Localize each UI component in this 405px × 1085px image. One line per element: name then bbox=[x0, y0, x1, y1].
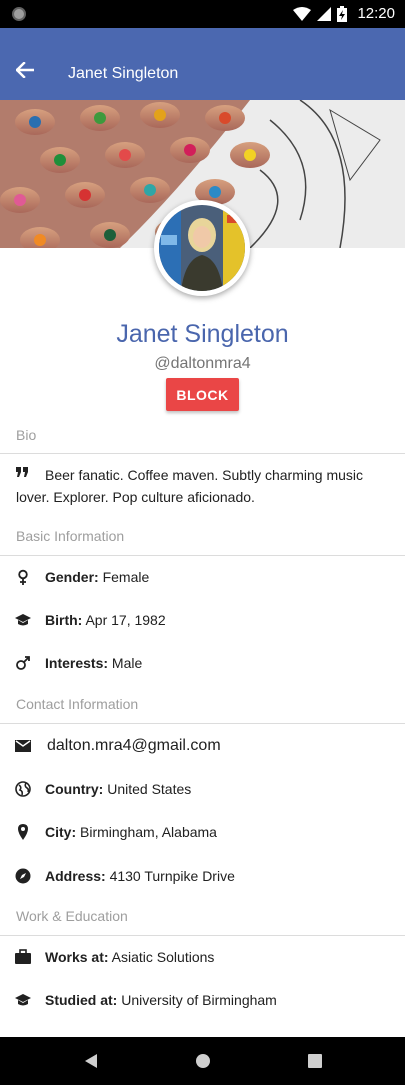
graduation-cap-icon bbox=[15, 994, 31, 1006]
gender-label: Gender: bbox=[45, 569, 99, 585]
compass-icon bbox=[15, 868, 31, 884]
profile-handle: @daltonmra4 bbox=[154, 355, 251, 372]
studied-at-value: University of Birmingham bbox=[121, 992, 277, 1008]
male-icon bbox=[16, 656, 30, 670]
avatar[interactable] bbox=[154, 200, 250, 296]
graduation-cap-icon bbox=[15, 614, 31, 626]
interests-label: Interests: bbox=[45, 655, 109, 671]
location-pin-icon bbox=[18, 824, 28, 840]
nav-recents-icon[interactable] bbox=[308, 1054, 322, 1068]
nav-home-icon[interactable] bbox=[195, 1053, 211, 1069]
briefcase-icon bbox=[15, 949, 31, 964]
city-row: City: Birmingham, Alabama bbox=[0, 822, 405, 842]
studied-at-row: Studied at: University of Birmingham bbox=[0, 990, 405, 1010]
address-label: Address: bbox=[45, 868, 106, 884]
interests-value: Male bbox=[111, 655, 143, 671]
block-button[interactable]: BLOCK bbox=[166, 378, 239, 411]
works-at-value: Asiatic Solutions bbox=[111, 949, 215, 965]
address-row: Address: 4130 Turnpike Drive bbox=[0, 866, 405, 886]
country-row: Country: United States bbox=[0, 779, 405, 799]
gender-row: Gender: Female bbox=[0, 567, 405, 587]
back-arrow-icon[interactable] bbox=[16, 62, 34, 78]
section-header-contact-information: Contact Information bbox=[16, 696, 139, 712]
app-bar-title: Janet Singleton bbox=[68, 65, 179, 82]
birth-row: Birth: Apr 17, 1982 bbox=[0, 610, 405, 630]
app-bar: Janet Singleton bbox=[0, 28, 405, 100]
divider bbox=[0, 555, 405, 556]
city-label: City: bbox=[45, 824, 77, 840]
city-value: Birmingham, Alabama bbox=[80, 824, 217, 840]
female-icon bbox=[18, 569, 28, 585]
country-value: United States bbox=[107, 781, 192, 797]
system-nav-bar bbox=[0, 1037, 405, 1085]
camera-notification-icon bbox=[12, 7, 26, 21]
email-row[interactable]: dalton.mra4@gmail.com bbox=[0, 736, 405, 758]
address-value: 4130 Turnpike Drive bbox=[109, 868, 235, 884]
section-header-basic-information: Basic Information bbox=[16, 528, 125, 544]
birth-value: Apr 17, 1982 bbox=[85, 612, 166, 628]
divider bbox=[0, 935, 405, 936]
studied-at-label: Studied at: bbox=[45, 992, 118, 1008]
battery-icon bbox=[337, 5, 348, 22]
section-header-work-education: Work & Education bbox=[16, 908, 128, 924]
profile-name: Janet Singleton bbox=[116, 320, 289, 348]
divider bbox=[0, 453, 405, 454]
section-header-bio: Bio bbox=[16, 427, 37, 443]
works-at-label: Works at: bbox=[45, 949, 109, 965]
gender-value: Female bbox=[102, 569, 150, 585]
birth-label: Birth: bbox=[45, 612, 83, 628]
mail-icon bbox=[15, 740, 31, 752]
status-bar: 12:20 bbox=[0, 0, 405, 28]
nav-back-icon[interactable] bbox=[84, 1053, 98, 1069]
wifi-icon bbox=[293, 6, 312, 21]
email-value[interactable]: dalton.mra4@gmail.com bbox=[47, 737, 221, 755]
works-at-row: Works at: Asiatic Solutions bbox=[0, 947, 405, 967]
signal-icon bbox=[317, 6, 332, 21]
globe-icon bbox=[15, 781, 31, 797]
interests-row: Interests: Male bbox=[0, 653, 405, 673]
divider bbox=[0, 723, 405, 724]
country-label: Country: bbox=[45, 781, 104, 797]
bio-text: Beer fanatic. Coffee maven. Subtly charm… bbox=[16, 467, 364, 505]
status-time: 12:20 bbox=[357, 5, 395, 22]
